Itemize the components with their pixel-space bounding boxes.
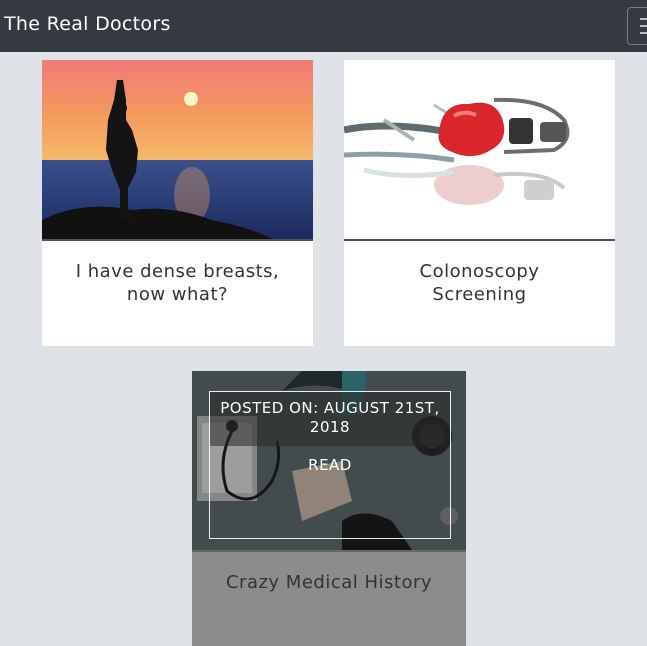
card-divider <box>42 239 313 241</box>
site-brand[interactable]: The Real Doctors <box>4 13 171 35</box>
hamburger-icon <box>640 18 647 39</box>
post-title[interactable]: I have dense breasts, now what? <box>42 260 313 306</box>
yoga-sunset-image[interactable] <box>42 60 313 239</box>
post-title[interactable]: Crazy Medical History <box>192 571 466 594</box>
post-card-hovered[interactable]: POSTED ON: AUGUST 21ST, 2018 READ Crazy … <box>192 371 466 646</box>
card-divider <box>344 239 615 241</box>
card-divider <box>192 550 466 552</box>
overlay-band: POSTED ON: AUGUST 21ST, 2018 <box>210 392 450 446</box>
post-title[interactable]: Colonoscopy Screening <box>344 260 615 306</box>
stethoscope-heart-image[interactable] <box>344 60 615 239</box>
hover-overlay: POSTED ON: AUGUST 21ST, 2018 READ <box>209 391 451 539</box>
post-card[interactable]: Colonoscopy Screening <box>344 60 615 346</box>
top-navbar: The Real Doctors <box>0 0 647 52</box>
doctor-patient-desk-image[interactable]: POSTED ON: AUGUST 21ST, 2018 READ <box>192 371 466 550</box>
post-card[interactable]: I have dense breasts, now what? <box>42 60 313 346</box>
navbar-toggle-button[interactable] <box>627 7 647 45</box>
read-link[interactable]: READ <box>210 456 450 474</box>
posted-on-label: POSTED ON: AUGUST 21ST, 2018 <box>220 399 440 436</box>
